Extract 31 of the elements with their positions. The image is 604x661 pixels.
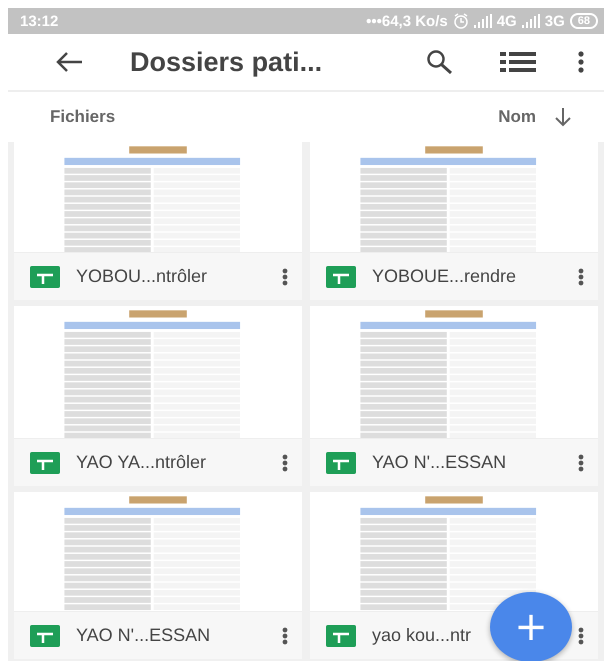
sort-button[interactable]: Nom bbox=[494, 103, 576, 131]
signal-icon bbox=[522, 14, 540, 28]
more-options-button[interactable] bbox=[280, 624, 290, 646]
section-label: Fichiers bbox=[50, 107, 116, 127]
spreadsheet-icon bbox=[326, 266, 356, 288]
spreadsheet-icon bbox=[326, 452, 356, 474]
file-name: YOBOUE...rendre bbox=[372, 266, 516, 287]
network-type: 4G bbox=[496, 12, 517, 30]
spreadsheet-icon bbox=[30, 452, 60, 474]
more-options-button[interactable] bbox=[280, 266, 290, 288]
file-name: YAO YA...ntrôler bbox=[76, 452, 206, 473]
clock-time: 13:12 bbox=[20, 12, 58, 30]
more-options-button[interactable] bbox=[576, 266, 586, 288]
signal-icon bbox=[474, 14, 492, 28]
more-options-button[interactable] bbox=[576, 452, 586, 474]
network-type: 3G bbox=[544, 12, 565, 30]
more-icon bbox=[578, 51, 584, 73]
file-name: yao kou...ntr bbox=[372, 625, 472, 646]
window-title: Dossiers pati... bbox=[130, 46, 324, 78]
file-name: YAO N'...ESSAN bbox=[76, 625, 210, 646]
alarm-icon bbox=[452, 13, 469, 29]
spreadsheet-icon bbox=[30, 624, 60, 646]
spreadsheet-icon bbox=[326, 624, 356, 646]
spreadsheet-icon bbox=[30, 266, 60, 288]
more-options-button[interactable] bbox=[280, 452, 290, 474]
network-speed: •••64,3 Ko/s bbox=[366, 12, 448, 30]
file-name: YAO N'...ESSAN bbox=[372, 452, 506, 473]
arrow-down-icon bbox=[554, 107, 572, 127]
battery-indicator: 68 bbox=[570, 13, 598, 29]
more-options-button[interactable] bbox=[576, 624, 586, 646]
file-name: YOBOU...ntrôler bbox=[76, 266, 208, 287]
